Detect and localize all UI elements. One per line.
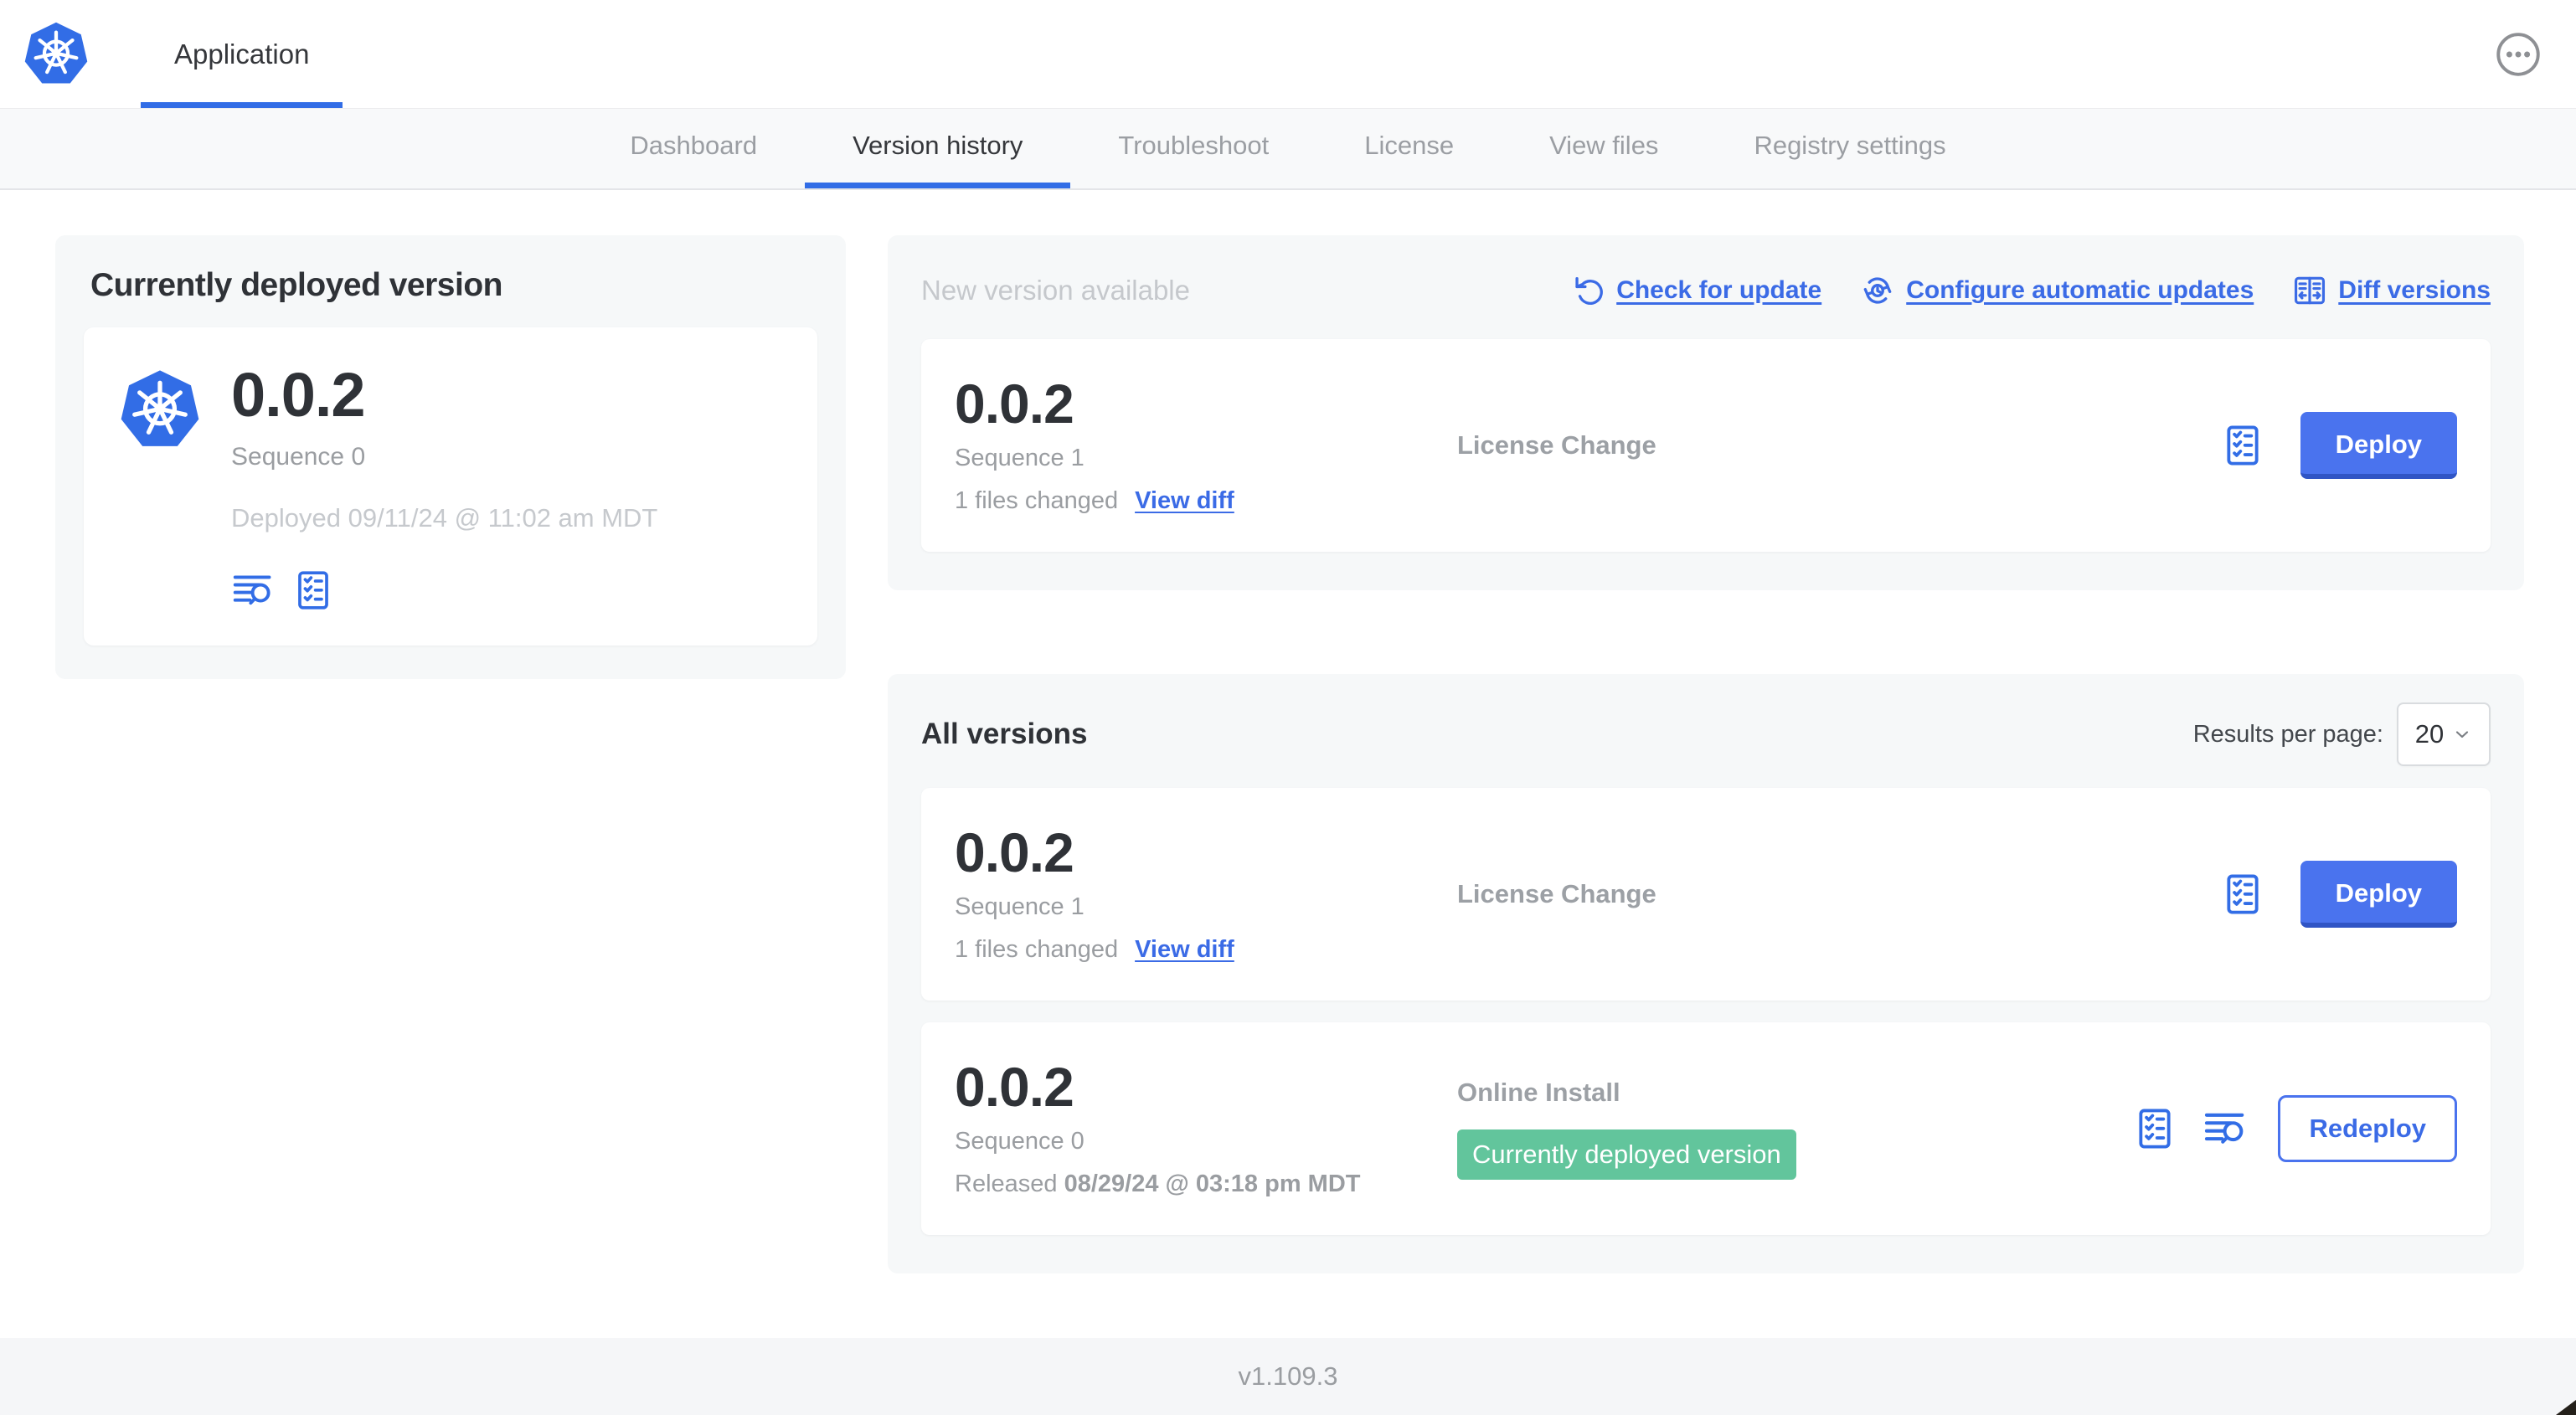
configure-automatic-updates-label: Configure automatic updates bbox=[1906, 276, 2254, 304]
version-info: 0.0.2 Sequence 0 Released 08/29/24 @ 03:… bbox=[955, 1059, 1457, 1198]
version-row-actions: Deploy bbox=[2220, 412, 2457, 479]
tab-license[interactable]: License bbox=[1316, 109, 1502, 188]
console-version: v1.109.3 bbox=[1238, 1361, 1338, 1391]
new-version-row: 0.0.2 Sequence 1 1 files changed View di… bbox=[921, 339, 2491, 552]
files-changed-row: 1 files changed View diff bbox=[955, 936, 1457, 964]
config-checklist-icon[interactable] bbox=[2220, 872, 2265, 917]
refresh-icon bbox=[1570, 273, 1605, 308]
configure-automatic-updates-link[interactable]: Configure automatic updates bbox=[1860, 273, 2254, 308]
tab-dashboard[interactable]: Dashboard bbox=[582, 109, 805, 188]
new-version-section: New version available Check for update C… bbox=[888, 235, 2524, 590]
currently-deployed-panel: Currently deployed version 0.0.2 Sequenc… bbox=[55, 235, 846, 679]
files-changed-row: 1 files changed View diff bbox=[955, 487, 1457, 515]
version-number: 0.0.2 bbox=[955, 373, 1074, 435]
view-diff-link[interactable]: View diff bbox=[1135, 936, 1234, 964]
deploy-button[interactable]: Deploy bbox=[2300, 412, 2457, 479]
kubernetes-logo-icon bbox=[22, 20, 90, 89]
version-source: Online Install Currently deployed versio… bbox=[1457, 1078, 2132, 1180]
all-versions-title: All versions bbox=[921, 718, 1088, 750]
version-source-label: Online Install bbox=[1457, 1078, 1620, 1107]
tab-version-history[interactable]: Version history bbox=[805, 109, 1071, 188]
check-for-update-link[interactable]: Check for update bbox=[1570, 273, 1821, 308]
version-number: 0.0.2 bbox=[955, 1056, 1074, 1118]
chevron-down-icon bbox=[2452, 724, 2472, 744]
view-diff-link[interactable]: View diff bbox=[1135, 487, 1234, 515]
version-number: 0.0.2 bbox=[955, 821, 1074, 883]
version-row: 0.0.2 Sequence 0 Released 08/29/24 @ 03:… bbox=[921, 1022, 2491, 1235]
config-checklist-icon[interactable] bbox=[291, 569, 335, 612]
deployed-version-card: 0.0.2 Sequence 0 Deployed 09/11/24 @ 11:… bbox=[84, 327, 817, 646]
app-tab-label: Application bbox=[174, 38, 310, 69]
version-row-actions: Deploy bbox=[2220, 861, 2457, 928]
version-info: 0.0.2 Sequence 1 1 files changed View di… bbox=[955, 376, 1457, 515]
app-tab-active-underline bbox=[141, 102, 343, 108]
results-per-page-value: 20 bbox=[2414, 719, 2445, 749]
version-released: Released 08/29/24 @ 03:18 pm MDT bbox=[955, 1171, 1457, 1198]
tab-registry-settings[interactable]: Registry settings bbox=[1706, 109, 1993, 188]
files-changed-label: 1 files changed bbox=[955, 487, 1119, 514]
version-source: License Change bbox=[1457, 879, 2220, 909]
version-source: License Change bbox=[1457, 430, 2220, 461]
logs-icon[interactable] bbox=[2202, 1106, 2248, 1151]
version-row: 0.0.2 Sequence 1 1 files changed View di… bbox=[921, 788, 2491, 1001]
app-header: Application bbox=[0, 0, 2576, 109]
version-sequence: Sequence 0 bbox=[955, 1128, 1084, 1155]
deployed-version-number: 0.0.2 bbox=[231, 360, 366, 430]
currently-deployed-badge: Currently deployed version bbox=[1457, 1129, 1796, 1180]
currently-deployed-title: Currently deployed version bbox=[90, 267, 502, 303]
results-per-page: Results per page: 20 bbox=[2193, 702, 2491, 766]
redeploy-button[interactable]: Redeploy bbox=[2278, 1095, 2457, 1162]
auto-update-clock-icon bbox=[1860, 273, 1895, 308]
right-column: New version available Check for update C… bbox=[888, 235, 2524, 1274]
released-prefix: Released bbox=[955, 1171, 1058, 1197]
diff-versions-label: Diff versions bbox=[2338, 276, 2491, 304]
update-actions: Check for update Configure automatic upd… bbox=[1570, 273, 2491, 308]
all-versions-section: All versions Results per page: 20 0.0.2 … bbox=[888, 674, 2524, 1274]
version-info: 0.0.2 Sequence 1 1 files changed View di… bbox=[955, 825, 1457, 964]
all-versions-header: All versions Results per page: 20 bbox=[921, 702, 2491, 766]
results-per-page-select[interactable]: 20 bbox=[2397, 702, 2491, 766]
deployed-version-body: 0.0.2 Sequence 0 Deployed 09/11/24 @ 11:… bbox=[231, 364, 657, 612]
tab-view-files[interactable]: View files bbox=[1502, 109, 1706, 188]
new-version-section-header: New version available Check for update C… bbox=[921, 264, 2491, 317]
cursor-artifact bbox=[2556, 1400, 2576, 1415]
check-for-update-label: Check for update bbox=[1616, 276, 1822, 304]
deployed-version-sequence: Sequence 0 bbox=[231, 443, 366, 471]
kubernetes-logo-icon bbox=[117, 368, 203, 453]
results-per-page-label: Results per page: bbox=[2192, 720, 2383, 748]
config-checklist-icon[interactable] bbox=[2220, 423, 2265, 468]
version-row-actions: Redeploy bbox=[2132, 1095, 2457, 1162]
deployed-version-timestamp: Deployed 09/11/24 @ 11:02 am MDT bbox=[231, 503, 658, 533]
config-checklist-icon[interactable] bbox=[2132, 1106, 2177, 1151]
version-sequence: Sequence 1 bbox=[955, 445, 1084, 471]
app-footer: v1.109.3 bbox=[0, 1338, 2576, 1415]
more-options-button[interactable] bbox=[2492, 28, 2544, 80]
deployed-version-icon-actions bbox=[231, 569, 657, 612]
version-source-label: License Change bbox=[1457, 430, 1656, 460]
released-date: 08/29/24 @ 03:18 pm MDT bbox=[1064, 1171, 1361, 1197]
tab-troubleshoot[interactable]: Troubleshoot bbox=[1070, 109, 1316, 188]
app-tab[interactable]: Application bbox=[141, 0, 343, 108]
logs-icon[interactable] bbox=[231, 569, 275, 612]
new-version-title: New version available bbox=[921, 275, 1190, 306]
app-nav: Dashboard Version history Troubleshoot L… bbox=[0, 109, 2576, 190]
files-changed-label: 1 files changed bbox=[955, 936, 1119, 963]
deploy-button[interactable]: Deploy bbox=[2300, 861, 2457, 928]
version-source-label: License Change bbox=[1457, 879, 1656, 908]
main-content: Currently deployed version 0.0.2 Sequenc… bbox=[0, 190, 2576, 1274]
ellipsis-circle-icon bbox=[2492, 28, 2544, 80]
diff-icon bbox=[2292, 273, 2327, 308]
diff-versions-link[interactable]: Diff versions bbox=[2292, 273, 2491, 308]
version-sequence: Sequence 1 bbox=[955, 893, 1084, 920]
